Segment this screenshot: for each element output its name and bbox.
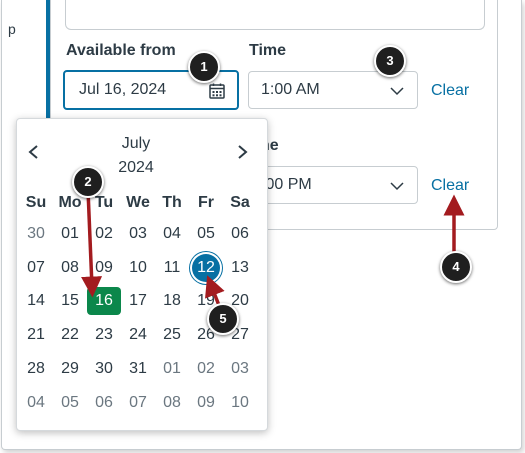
annotation-arrows [81, 189, 465, 309]
arrow-2 [81, 189, 103, 298]
annotation-badge-2: 2 [72, 166, 104, 198]
annotation-badge-1: 1 [188, 51, 220, 83]
annotation-badge-3: 3 [374, 45, 406, 77]
annotation-badge-4: 4 [440, 251, 472, 283]
annotation-badge-5: 5 [207, 303, 239, 335]
